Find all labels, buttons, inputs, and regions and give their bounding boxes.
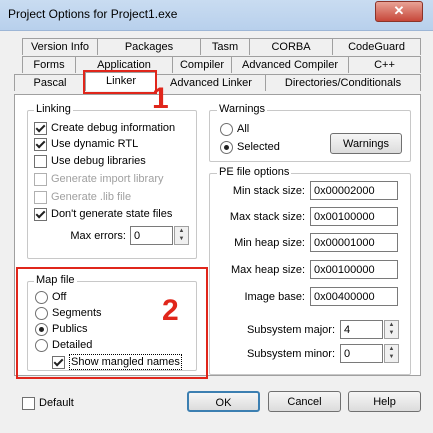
radio-label: Selected [237,141,280,153]
radio-label: All [237,123,250,135]
spin-down-icon[interactable]: ▼ [385,353,398,361]
max-stack-size-input[interactable]: 0x00100000 [310,207,398,226]
checkbox-box [34,173,47,186]
subsystem-minor-label: Subsystem minor: [246,348,335,360]
annotation-number-2: 2 [162,294,179,327]
spin-down-icon[interactable]: ▼ [175,235,188,243]
subsystem-minor-input[interactable]: 0 [340,344,383,363]
max-heap-size-input[interactable]: 0x00100000 [310,260,398,279]
checkbox-label: Create debug information [51,122,176,134]
tab-codeguard[interactable]: CodeGuard [332,38,421,55]
min-stack-size-input[interactable]: 0x00002000 [310,181,398,200]
checkbox-label: Use debug libraries [51,155,146,167]
help-button[interactable]: Help [348,391,421,412]
spin-up-icon[interactable]: ▲ [385,321,398,329]
max-heap-size-label: Max heap size: [231,264,305,276]
tab-pascal[interactable]: Pascal [14,74,86,91]
subsystem-major-input[interactable]: 4 [340,320,383,339]
checkbox-box[interactable] [34,155,47,168]
checkbox-label: Use dynamic RTL [51,138,139,150]
image-base-input[interactable]: 0x00400000 [310,287,398,306]
tab-version-info[interactable]: Version Info [22,38,98,55]
image-base-label: Image base: [244,291,305,303]
checkbox-box[interactable] [22,397,35,410]
max-errors-spinner[interactable]: ▲ ▼ [174,226,189,245]
tab-advanced-linker[interactable]: Advanced Linker [156,74,266,91]
spin-down-icon[interactable]: ▼ [385,329,398,337]
annotation-box-1 [83,70,157,94]
tab-tasm[interactable]: Tasm [200,38,250,55]
min-heap-size-label: Min heap size: [234,237,305,249]
checkbox-label: Don't generate state files [51,208,173,220]
tab-corba[interactable]: CORBA [249,38,333,55]
close-button[interactable]: ✕ [375,1,423,22]
checkbox-box[interactable] [34,138,47,151]
subsystem-minor-spinner[interactable]: ▲ ▼ [384,344,399,363]
tab-forms[interactable]: Forms [22,56,76,73]
tab-compiler[interactable]: Compiler [172,56,232,73]
max-errors-input[interactable]: 0 [130,226,173,245]
checkbox-label: Generate import library [51,173,164,185]
spin-up-icon[interactable]: ▲ [385,345,398,353]
window-title: Project Options for Project1.exe [8,7,178,21]
warnings-group-title: Warnings [217,103,268,115]
checkbox-box[interactable] [34,208,47,221]
subsystem-major-label: Subsystem major: [246,324,335,336]
tab-advanced-compiler[interactable]: Advanced Compiler [231,56,349,73]
cancel-button[interactable]: Cancel [268,391,341,412]
ok-button[interactable]: OK [187,391,260,412]
annotation-box-2 [16,267,208,379]
checkbox-box [34,191,47,204]
tab-packages[interactable]: Packages [97,38,201,55]
tab-cpp[interactable]: C++ [348,56,421,73]
checkbox-label: Default [39,397,74,409]
checkbox-label: Generate .lib file [51,191,132,203]
warnings-button[interactable]: Warnings [330,133,402,154]
min-stack-size-label: Min stack size: [232,185,305,197]
linking-group-title: Linking [34,103,73,115]
annotation-number-1: 1 [152,82,169,115]
max-stack-size-label: Max stack size: [229,211,305,223]
checkbox-box[interactable] [34,122,47,135]
spin-up-icon[interactable]: ▲ [175,227,188,235]
min-heap-size-input[interactable]: 0x00001000 [310,233,398,252]
max-errors-label: Max errors: [70,230,126,242]
pe-file-options-title: PE file options [217,166,292,178]
radio-circle[interactable] [220,141,233,154]
tab-directories-conditionals[interactable]: Directories/Conditionals [265,74,421,91]
radio-circle[interactable] [220,123,233,136]
subsystem-major-spinner[interactable]: ▲ ▼ [384,320,399,339]
close-icon: ✕ [393,3,405,18]
